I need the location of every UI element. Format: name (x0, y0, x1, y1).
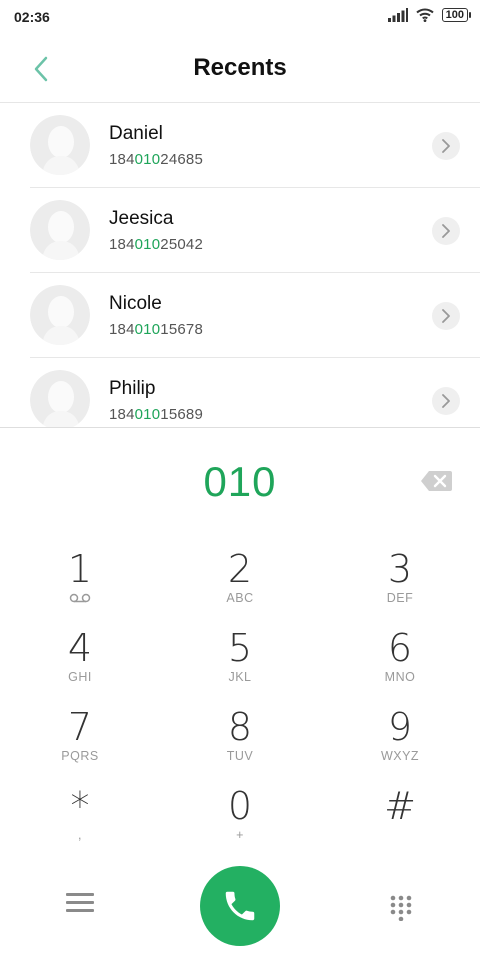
contact-number: 18401024685 (109, 151, 203, 168)
key-0[interactable]: 0 + (180, 785, 300, 855)
signal-icon (387, 8, 408, 22)
dialed-number: 010 (203, 458, 277, 505)
key-star[interactable]: * , (20, 785, 140, 855)
wifi-icon (415, 8, 434, 22)
number-match: 010 (134, 321, 161, 338)
number-match: 010 (134, 151, 161, 168)
avatar-placeholder-icon (30, 200, 90, 260)
contact-name: Jeesica (109, 208, 174, 229)
recents-list[interactable]: Daniel 18401024685 Jeesica 18401025042 N… (0, 103, 480, 427)
number-match: 010 (134, 236, 161, 253)
list-item[interactable]: Daniel 18401024685 (0, 103, 480, 188)
contact-name: Philip (109, 378, 156, 399)
contact-number: 18401015678 (109, 321, 203, 338)
avatar-placeholder-icon (30, 115, 90, 175)
status-bar: 02:36 100 (0, 0, 480, 34)
chevron-right-icon[interactable] (432, 387, 460, 415)
avatar-placeholder-icon (30, 370, 90, 427)
key-1[interactable]: 1 (20, 548, 140, 618)
call-button[interactable] (200, 866, 280, 946)
key-2[interactable]: 2 ABC (180, 548, 300, 618)
contact-name: Nicole (109, 293, 162, 314)
key-4[interactable]: 4 GHI (20, 627, 140, 697)
avatar (30, 285, 90, 345)
chevron-right-icon[interactable] (432, 217, 460, 245)
voicemail-icon (69, 593, 91, 603)
app-header: Recents (0, 34, 480, 103)
avatar (30, 115, 90, 175)
contact-number: 18401015689 (109, 406, 203, 423)
avatar (30, 200, 90, 260)
contact-name: Daniel (109, 123, 163, 144)
avatar-placeholder-icon (30, 285, 90, 345)
menu-icon[interactable] (66, 893, 94, 917)
chevron-right-icon[interactable] (432, 132, 460, 160)
key-9[interactable]: 9 WXYZ (340, 706, 460, 776)
avatar (30, 370, 90, 427)
key-8[interactable]: 8 TUV (180, 706, 300, 776)
phone-call-icon (225, 891, 255, 921)
contact-number: 18401025042 (109, 236, 203, 253)
dialer-divider (0, 427, 480, 428)
key-hash[interactable]: # (340, 785, 460, 855)
chevron-right-icon[interactable] (432, 302, 460, 330)
key-3[interactable]: 3 DEF (340, 548, 460, 618)
key-7[interactable]: 7 PQRS (20, 706, 140, 776)
list-item[interactable]: Jeesica 18401025042 (0, 188, 480, 273)
status-icons: 100 (387, 8, 472, 22)
status-time: 02:36 (14, 9, 50, 25)
battery-indicator: 100 (441, 8, 472, 22)
number-match: 010 (134, 406, 161, 423)
dialpad-icon[interactable] (389, 895, 413, 921)
list-item[interactable]: Philip 18401015689 (0, 358, 480, 427)
backspace-icon[interactable] (420, 470, 452, 492)
key-6[interactable]: 6 MNO (340, 627, 460, 697)
list-item[interactable]: Nicole 18401015678 (0, 273, 480, 358)
key-5[interactable]: 5 JKL (180, 627, 300, 697)
page-title: Recents (193, 54, 287, 81)
